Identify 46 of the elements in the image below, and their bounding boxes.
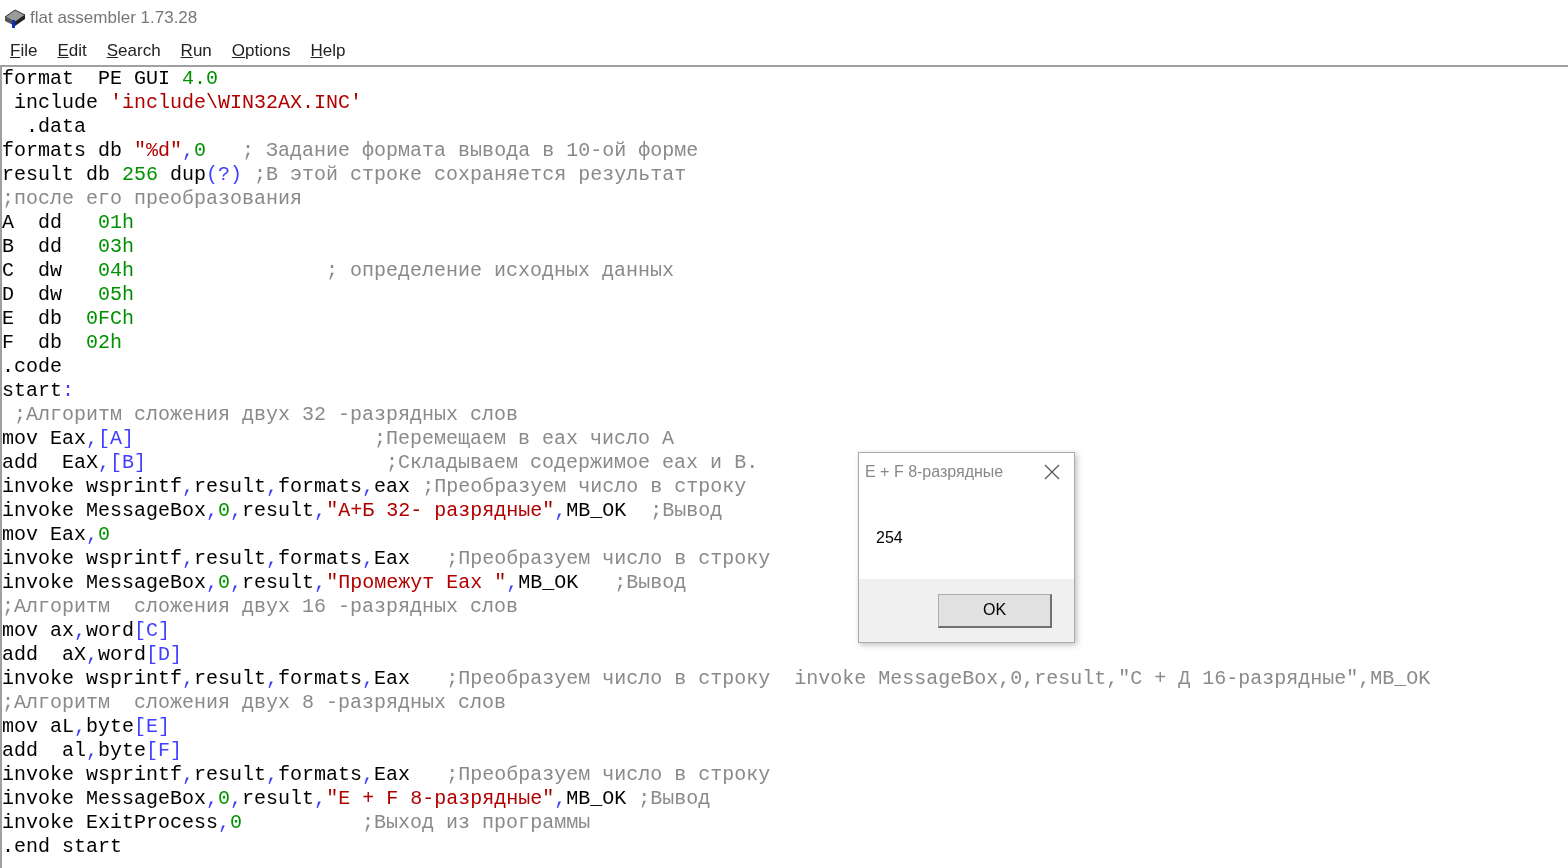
window-title: flat assembler 1.73.28 — [30, 7, 198, 30]
code-line: invoke wsprintf,result,formats,Eax ;Преобразуем число в строку — [2, 763, 771, 787]
menu-item[interactable]: Help — [310, 37, 346, 64]
menu-item[interactable]: Search — [106, 37, 161, 64]
dialog-message: 254 — [876, 529, 903, 546]
code-line: B dd 03h — [2, 235, 135, 259]
code-line: mov Eax,[A] ;Перемещаем в eax число A — [2, 427, 675, 451]
code-line: mov Eax,0 — [2, 523, 111, 547]
code-line: include 'include\WIN32AX.INC' — [13, 91, 363, 115]
code-line: add EaX,[B] ;Складываем содержимое eax и B. — [2, 451, 759, 475]
menu-item[interactable]: Edit — [57, 37, 87, 64]
code-line: format PE GUI 4.0 — [2, 67, 219, 91]
code-line: ;Алгоритм сложения двух 8 -разрядных слов — [2, 691, 507, 715]
code-line: E db 0FCh — [2, 307, 135, 331]
ok-button[interactable]: OK — [938, 593, 1052, 628]
chip-icon — [3, 7, 27, 29]
code-line: ;Алгоритм сложения двух 16 -разрядных слов — [2, 595, 519, 619]
close-icon[interactable] — [1044, 464, 1060, 480]
menu-item[interactable]: Options — [231, 37, 291, 64]
code-line: mov ax,word[C] — [2, 619, 171, 643]
code-line: invoke MessageBox,0,result,"E + F 8-разрядные",MB_OK ;Вывод — [2, 787, 711, 811]
code-line: add al,byte[F] — [2, 739, 183, 763]
code-line: start: — [2, 379, 75, 403]
code-line: result db 256 dup(?) ;В этой строке сохраняется результат — [2, 163, 687, 187]
code-line: invoke wsprintf,result,formats,Eax ;Преобразуем число в строку invoke MessageBox,0,result,"C + Д 16-разрядные",MB_OK — [2, 667, 1431, 691]
code-line: C dw 04h ; определение исходных данных — [2, 259, 675, 283]
code-line: add aX,word[D] — [2, 643, 183, 667]
code-line: invoke wsprintf,result,formats,eax ;Преобразуем число в строку — [2, 475, 747, 499]
code-line: invoke MessageBox,0,result,"А+Б 32- разрядные",MB_OK ;Вывод — [2, 499, 723, 523]
code-line: D dw 05h — [2, 283, 135, 307]
code-line: mov aL,byte[E] — [2, 715, 171, 739]
code-line: A dd 01h — [2, 211, 135, 235]
code-line: .end start — [2, 835, 123, 859]
menu-item[interactable]: File — [10, 37, 38, 64]
menu-item[interactable]: Run — [180, 37, 212, 64]
code-line: invoke MessageBox,0,result,"Промежут Eax ",MB_OK ;Вывод — [2, 571, 687, 595]
code-line: ;Алгоритм сложения двух 32 -разрядных слов — [13, 403, 519, 427]
dialog-title: E + F 8-разрядные — [865, 462, 1004, 482]
code-line: .data — [25, 115, 86, 139]
code-line: formats db "%d",0 ; Задание формата вывода в 10-ой форме — [2, 139, 699, 163]
code-line: F db 02h — [2, 331, 123, 355]
code-editor[interactable] — [0, 65, 1568, 868]
code-line: invoke wsprintf,result,formats,Eax ;Преобразуем число в строку — [2, 547, 771, 571]
code-line: ;после его преобразования — [2, 187, 303, 211]
code-line: .code — [2, 355, 62, 379]
code-line: invoke ExitProcess,0 ;Выход из программы — [2, 811, 591, 835]
